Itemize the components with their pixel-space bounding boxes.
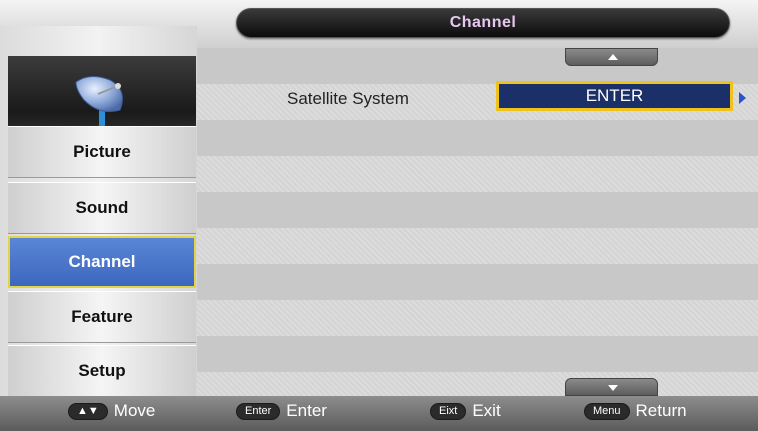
satellite-system-label: Satellite System: [287, 89, 409, 108]
enter-value: ENTER: [585, 86, 644, 105]
hint-label: Enter: [286, 401, 327, 420]
menu-item-sound[interactable]: Sound: [8, 182, 196, 234]
list-row: [197, 300, 758, 336]
arrow-down-icon: [608, 385, 618, 391]
list-row: [197, 336, 758, 372]
title-pill: Channel: [236, 8, 730, 38]
page-title: Channel: [449, 14, 517, 31]
list-row: [197, 192, 758, 228]
enter-key-badge: Enter: [236, 402, 281, 420]
menu-item-feature[interactable]: Feature: [8, 291, 196, 343]
hint-exit: Eixt Exit: [430, 401, 501, 421]
menu-item-label: Setup: [78, 361, 126, 380]
menu-item-label: Feature: [71, 307, 133, 326]
scroll-down-button[interactable]: [565, 378, 658, 396]
sidebar: Picture Sound Channel Feature Setup: [0, 26, 197, 397]
menu-item-setup[interactable]: Setup: [8, 345, 196, 397]
list-row: [197, 228, 758, 264]
menu-item-label: Sound: [75, 198, 129, 217]
hint-return: Menu Return: [584, 401, 687, 421]
satellite-system-enter-button[interactable]: ENTER: [496, 81, 733, 111]
menu-item-label: Channel: [68, 252, 136, 271]
list-row: [197, 156, 758, 192]
arrow-right-icon: [739, 92, 746, 104]
list-row: [197, 48, 758, 84]
footer-hints: ▲▼ Move Enter Enter Eixt Exit Menu Retur…: [0, 396, 758, 431]
menu-key-badge: Menu: [584, 402, 630, 420]
settings-panel: Satellite System ENTER: [197, 48, 758, 408]
hint-label: Move: [113, 401, 156, 420]
scroll-up-button[interactable]: [565, 48, 658, 66]
menu-item-label: Picture: [73, 142, 131, 161]
hint-enter: Enter Enter: [236, 401, 327, 421]
menu-item-picture[interactable]: Picture: [8, 126, 196, 178]
list-row: [197, 120, 758, 156]
hint-label: Exit: [472, 401, 501, 420]
menu-item-channel[interactable]: Channel: [8, 236, 196, 288]
hint-move: ▲▼ Move: [68, 401, 155, 421]
hint-label: Return: [635, 401, 687, 420]
list-row: [197, 264, 758, 300]
exit-key-badge: Eixt: [430, 402, 467, 420]
move-key-badge: ▲▼: [68, 402, 108, 420]
arrow-up-icon: [608, 54, 618, 60]
